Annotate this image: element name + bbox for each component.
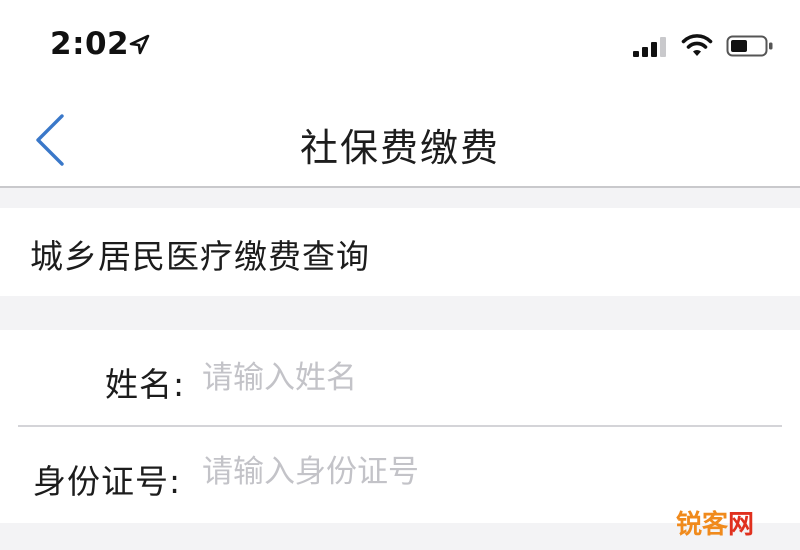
status-time: 2:02 (50, 26, 130, 62)
name-input[interactable] (200, 352, 764, 404)
id-number-label: 身份证号: (33, 462, 182, 501)
wifi-icon (681, 34, 713, 56)
watermark-text-b: 网 (728, 510, 755, 540)
nav-bar: 社保费缴费 (0, 95, 800, 188)
location-arrow-icon (129, 34, 150, 55)
name-label: 姓名: (105, 365, 186, 404)
battery-icon (726, 35, 773, 57)
section-title: 城乡居民医疗缴费查询 (30, 237, 370, 276)
query-form: 姓名: 身份证号: (0, 330, 800, 523)
section-header: 城乡居民医疗缴费查询 (0, 208, 800, 296)
status-bar: 2:02 (0, 0, 800, 95)
name-field-row[interactable]: 姓名: (0, 330, 800, 425)
page-title: 社保费缴费 (299, 126, 500, 170)
cellular-signal-icon (633, 37, 666, 57)
app-screen: 2:02 社保费缴费 城乡居民医疗缴费查询 姓名: 请输入姓名 身份证号: 请输… (0, 0, 800, 550)
watermark-logo: 锐客网 (676, 504, 754, 541)
id-number-input[interactable] (200, 446, 764, 498)
watermark-text-a: 锐客 (676, 510, 729, 540)
